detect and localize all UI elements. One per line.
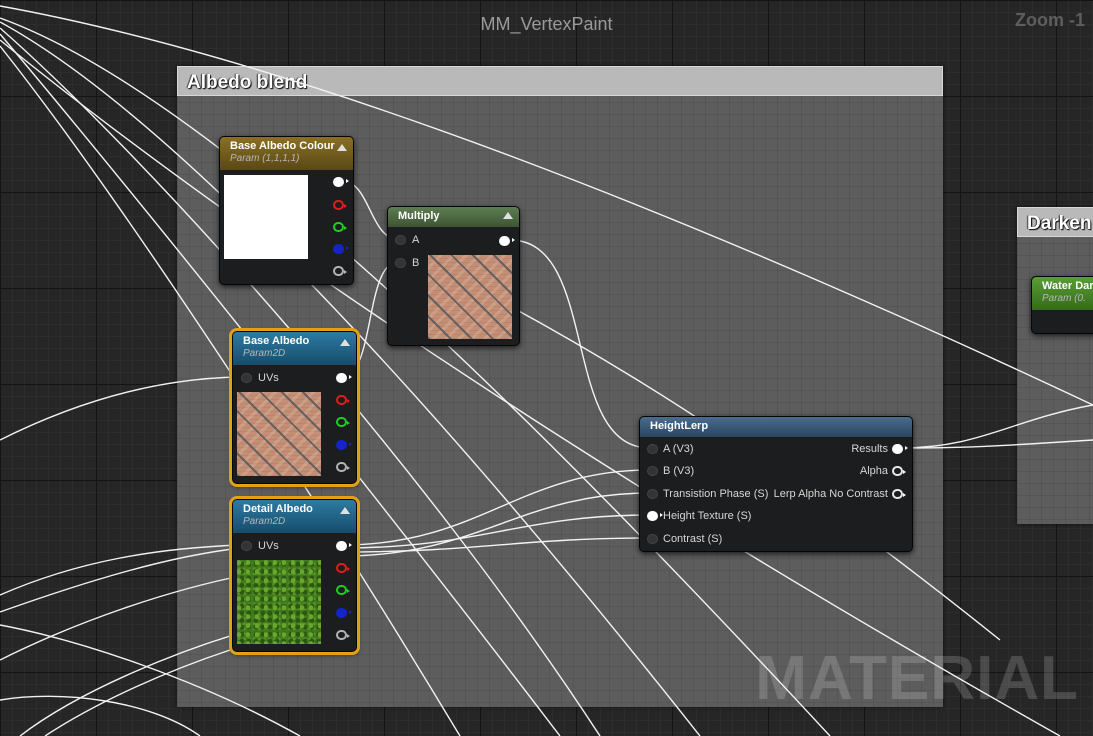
pin-label: Height Texture (S) (663, 510, 752, 522)
node-subtitle: Param2D (243, 516, 286, 527)
output-pin[interactable] (892, 444, 908, 454)
node-subtitle: Param (1,1,1,1) (230, 153, 300, 164)
node-header[interactable]: Water Dar Param (0. (1032, 277, 1093, 310)
pin-label: B (V3) (663, 465, 695, 477)
input-pin[interactable] (647, 466, 658, 476)
wire (0, 695, 201, 736)
node-title: Water Dar (1042, 280, 1093, 292)
node-title: Base Albedo Colour (230, 140, 335, 152)
input-pin[interactable] (647, 534, 658, 544)
collapse-arrow-icon[interactable] (337, 144, 347, 151)
output-pin-b[interactable] (336, 608, 352, 618)
node-header[interactable]: Base Albedo Colour Param (1,1,1,1) (220, 137, 353, 170)
input-pin-uvs[interactable] (241, 541, 252, 551)
output-pin-g[interactable] (336, 417, 350, 427)
input-pin[interactable] (647, 444, 658, 454)
output-pin[interactable] (892, 466, 906, 476)
material-watermark: MATERIAL (755, 644, 1079, 713)
node-header[interactable]: Base Albedo Param2D (233, 332, 356, 365)
input-pin-b[interactable] (395, 258, 406, 268)
output-pin-g[interactable] (333, 222, 347, 232)
node-base-albedo-colour[interactable]: Base Albedo Colour Param (1,1,1,1) (219, 136, 354, 285)
node-header[interactable]: Detail Albedo Param2D (233, 500, 356, 533)
wire (509, 239, 651, 449)
output-pin[interactable] (892, 489, 906, 499)
wire (0, 574, 246, 661)
node-title: Multiply (398, 210, 440, 222)
collapse-arrow-icon[interactable] (503, 212, 513, 219)
collapse-arrow-icon[interactable] (340, 339, 350, 346)
pin-label: Alpha (859, 465, 888, 477)
pin-label: Transistion Phase (S) (663, 488, 769, 500)
wire (0, 544, 242, 596)
pin-label: Results (851, 443, 888, 455)
node-title: Base Albedo (243, 335, 310, 347)
multiply-preview (428, 255, 512, 339)
output-pin-r[interactable] (333, 200, 347, 210)
texture-preview (237, 560, 321, 644)
wire-layer (0, 5, 1093, 736)
node-header[interactable]: HeightLerp (640, 417, 912, 437)
output-pin-r[interactable] (336, 395, 350, 405)
output-pin-a[interactable] (336, 630, 350, 640)
pin-label: Contrast (S) (663, 533, 723, 545)
pin-label: B (412, 257, 420, 269)
wire (0, 376, 242, 441)
output-pin-r[interactable] (336, 563, 350, 573)
wire (341, 469, 651, 546)
node-subtitle: Param2D (243, 348, 286, 359)
output-pin-rgb[interactable] (333, 177, 349, 187)
wire (0, 5, 1093, 406)
wire (341, 537, 651, 553)
input-pin[interactable] (647, 489, 658, 499)
node-title: HeightLerp (650, 420, 709, 432)
output-pin-a[interactable] (333, 266, 347, 276)
wire (341, 514, 651, 549)
input-pin-a[interactable] (395, 235, 406, 245)
output-pin-rgb[interactable] (336, 373, 352, 383)
input-pin-uvs[interactable] (241, 373, 252, 383)
pin-label: UVs (258, 372, 279, 384)
node-base-albedo[interactable]: Base Albedo Param2D UVs (229, 328, 360, 487)
output-pin-g[interactable] (336, 585, 350, 595)
node-height-lerp[interactable]: HeightLerp A (V3) B (V3) Transistion Pha… (639, 416, 913, 552)
node-detail-albedo[interactable]: Detail Albedo Param2D UVs (229, 496, 360, 655)
node-water-darken[interactable]: Water Dar Param (0. (1031, 276, 1093, 334)
texture-preview (237, 392, 321, 476)
pin-label: A (V3) (663, 443, 694, 455)
input-pin[interactable] (647, 511, 663, 521)
output-pin-b[interactable] (336, 440, 352, 450)
output-pin-rgb[interactable] (336, 541, 352, 551)
wire (19, 629, 251, 736)
output-pin[interactable] (499, 236, 515, 246)
output-pin-b[interactable] (333, 244, 349, 254)
node-header[interactable]: Multiply (388, 207, 519, 227)
node-subtitle: Param (0. (1042, 293, 1086, 304)
pin-label: Lerp Alpha No Contrast (773, 488, 888, 500)
output-pin-a[interactable] (336, 462, 350, 472)
pin-label: A (412, 234, 420, 246)
wire (0, 39, 1061, 736)
colour-preview (224, 175, 308, 259)
pin-label: UVs (258, 540, 279, 552)
node-multiply[interactable]: Multiply A B (387, 206, 520, 346)
node-title: Detail Albedo (243, 503, 313, 515)
wire (0, 17, 831, 736)
collapse-arrow-icon[interactable] (340, 507, 350, 514)
